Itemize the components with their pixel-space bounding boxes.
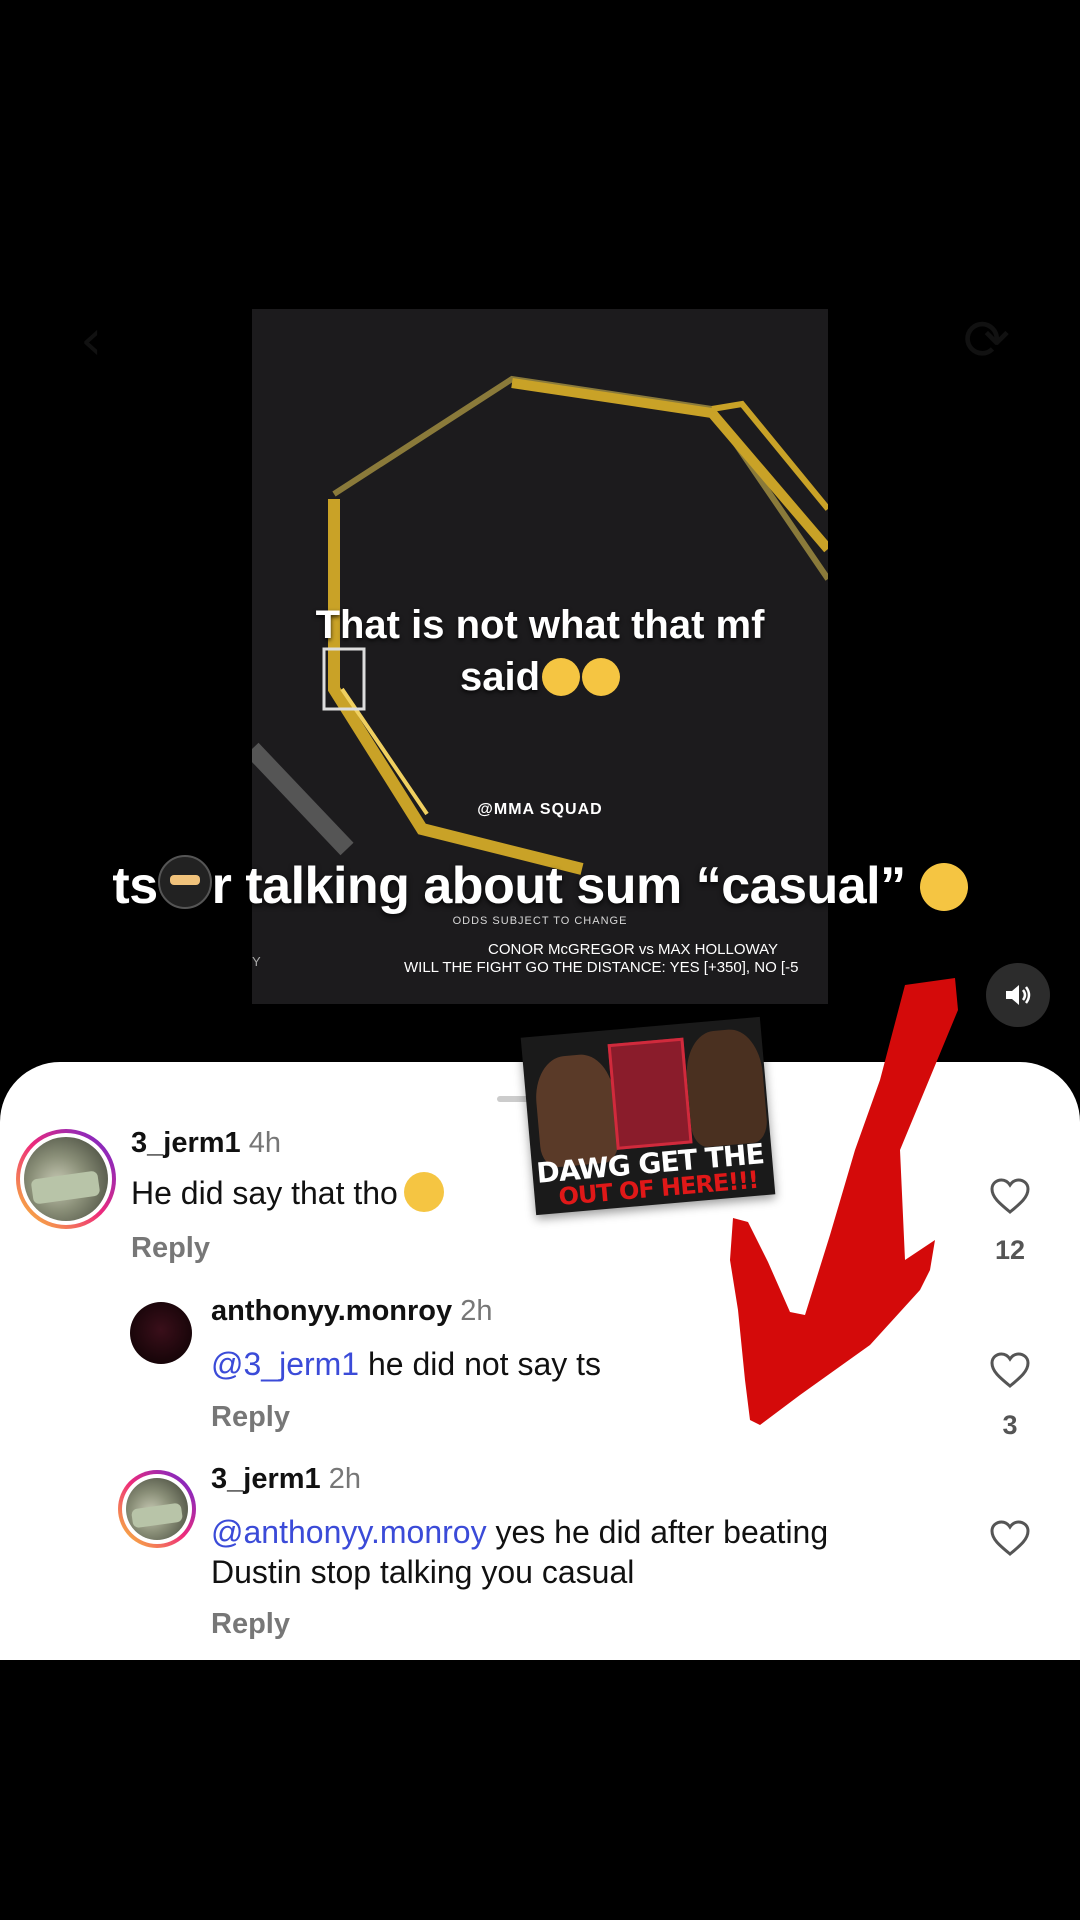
red-arrow-icon (730, 978, 958, 1425)
